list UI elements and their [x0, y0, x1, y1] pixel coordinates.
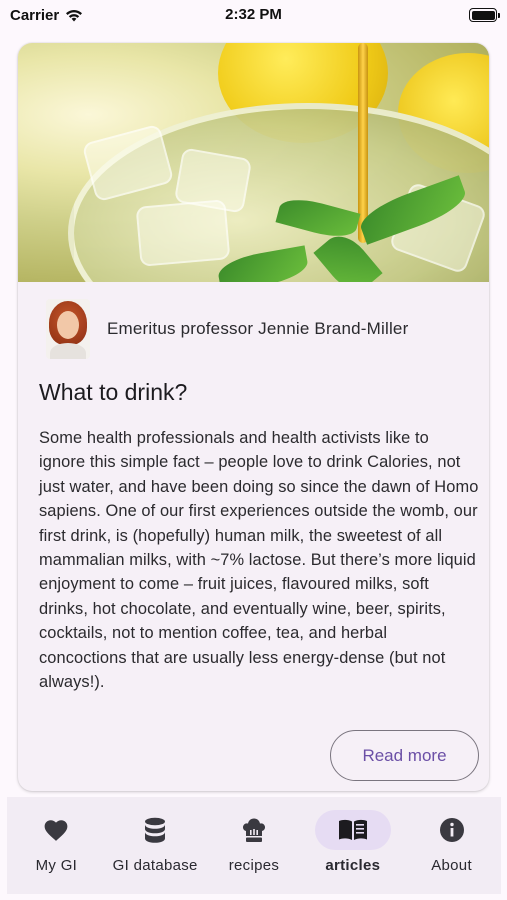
status-left: Carrier — [10, 7, 83, 24]
read-more-button[interactable]: Read more — [330, 730, 479, 781]
carrier-label: Carrier — [10, 6, 60, 24]
tab-label: articles — [325, 857, 381, 874]
tab-icon-container — [117, 810, 193, 850]
battery-icon — [469, 8, 500, 22]
battery-level — [471, 10, 495, 20]
ice-cube-shape — [135, 199, 231, 267]
tab-my-gi[interactable]: My GI — [7, 810, 105, 874]
author-row: Emeritus professor Jennie Brand-Miller — [46, 299, 408, 359]
status-bar: Carrier 2:32 PM — [0, 0, 507, 30]
tab-about[interactable]: About — [403, 810, 501, 874]
chef-hat-icon — [242, 817, 266, 843]
article-excerpt: Some health professionals and health act… — [39, 429, 479, 692]
tab-label: About — [431, 857, 472, 874]
tab-label: GI database — [112, 857, 198, 874]
bottom-navigation-bar: My GI GI database recipes articles About — [7, 797, 501, 894]
tab-icon-container — [18, 810, 94, 850]
wifi-icon — [65, 9, 83, 22]
status-time: 2:32 PM — [225, 6, 282, 23]
avatar-face — [57, 311, 79, 339]
tab-icon-container — [414, 810, 490, 850]
tab-icon-container — [314, 810, 391, 850]
article-title: What to drink? — [39, 379, 188, 405]
tab-recipes[interactable]: recipes — [205, 810, 303, 874]
article-card[interactable]: Emeritus professor Jennie Brand-Miller W… — [18, 43, 489, 791]
book-open-icon — [338, 818, 368, 842]
heart-icon — [43, 818, 69, 842]
tab-icon-container — [216, 810, 292, 850]
tab-articles[interactable]: articles — [304, 810, 402, 874]
tab-label: recipes — [228, 857, 280, 874]
avatar-body — [50, 343, 86, 359]
database-icon — [144, 817, 166, 843]
tab-gi-database[interactable]: GI database — [106, 810, 204, 874]
author-avatar — [46, 299, 90, 359]
author-name: Emeritus professor Jennie Brand-Miller — [107, 319, 409, 338]
article-hero-image — [18, 43, 489, 282]
info-icon — [439, 817, 465, 843]
tab-label: My GI — [35, 857, 78, 874]
